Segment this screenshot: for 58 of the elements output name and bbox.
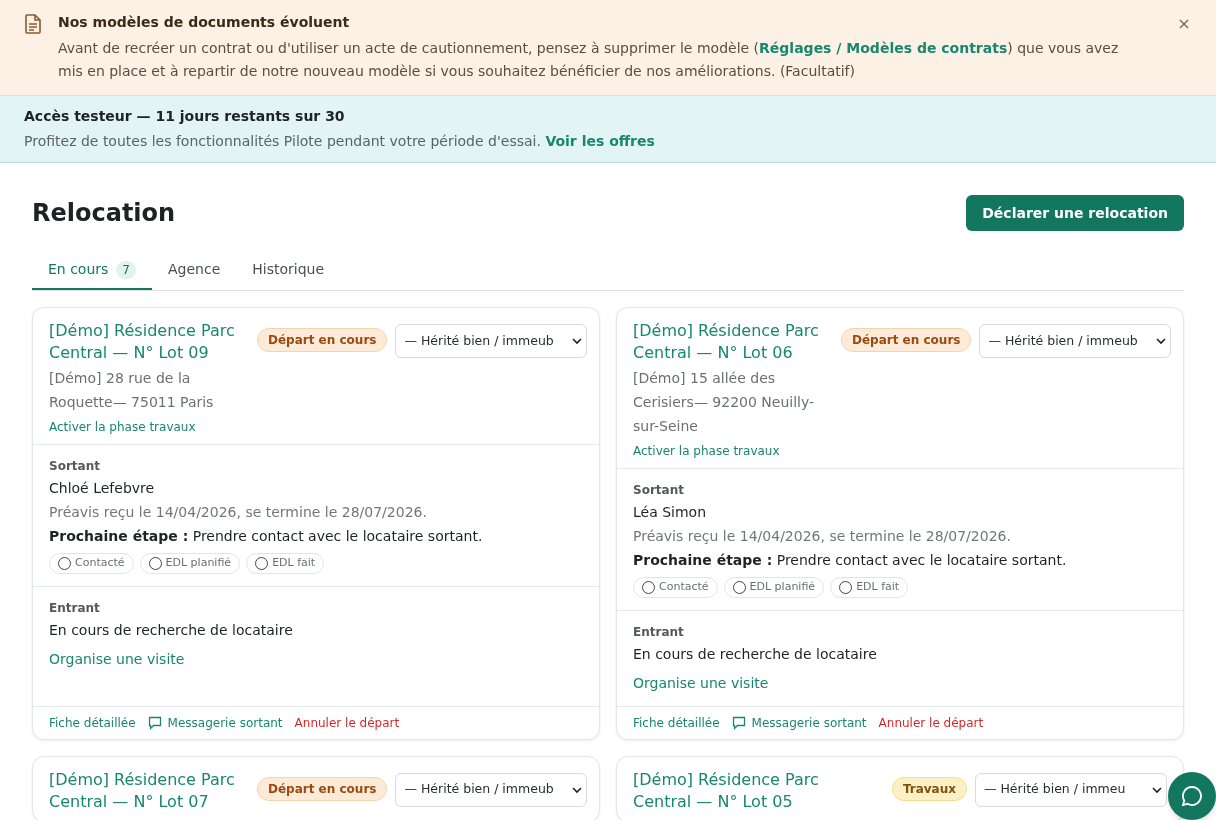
messages-link[interactable]: Messagerie sortant bbox=[147, 713, 283, 732]
activate-works-link[interactable]: Activer la phase travaux bbox=[49, 418, 245, 436]
section-label: Entrant bbox=[633, 623, 685, 641]
notice-title: Nos modèles de documents évoluent bbox=[58, 13, 351, 32]
page-title: Relocation bbox=[32, 198, 176, 229]
offers-link[interactable]: Voir les offres bbox=[545, 133, 655, 149]
trial-title: Accès testeur — 11 jours restants sur 30 bbox=[24, 107, 346, 126]
inheritance-select[interactable]: — Hérité bien / immeub bbox=[395, 772, 588, 807]
details-link[interactable]: Fiche détaillée bbox=[633, 713, 720, 732]
incoming-status: En cours de recherche de locataire bbox=[633, 644, 878, 664]
settings-link[interactable]: Réglages / Modèles de contrats bbox=[759, 40, 1008, 56]
status-badge: Travaux bbox=[891, 776, 967, 801]
chevron-down-icon bbox=[1152, 785, 1162, 794]
chevron-down-icon bbox=[572, 337, 583, 345]
notice-text: Préavis reçu le 14/04/2026, se termine le 28/07/2026. bbox=[49, 503, 428, 522]
property-title-link[interactable]: [Démo] Résidence Parc Central — N° Lot 09 bbox=[49, 320, 245, 364]
section-label: Entrant bbox=[49, 599, 101, 617]
incoming-status: En cours de recherche de locataire bbox=[49, 620, 294, 640]
chat-icon bbox=[147, 715, 162, 730]
section-label: Sortant bbox=[49, 458, 101, 475]
property-address: [Démo] 15 allée des Cerisiers— 92200 Neuilly-sur-Seine bbox=[633, 369, 816, 436]
document-icon bbox=[24, 14, 42, 34]
inheritance-select[interactable]: — Hérité bien / immeub bbox=[979, 324, 1172, 358]
tab[interactable]: Historique bbox=[236, 255, 341, 290]
tenant-name: Chloé Lefebvre bbox=[49, 479, 156, 498]
notice-text: Préavis reçu le 14/04/2026, se termine le 28/07/2026. bbox=[633, 527, 1012, 546]
section-label: Sortant bbox=[633, 482, 685, 499]
chat-bubble-icon bbox=[1181, 785, 1203, 807]
property-title-link[interactable]: [Démo] Résidence Parc Central — N° Lot 07 bbox=[49, 768, 245, 813]
organise-visit-link[interactable]: Organise une visite bbox=[49, 648, 583, 670]
tenant-name: Léa Simon bbox=[633, 503, 708, 522]
details-link[interactable]: Fiche détaillée bbox=[49, 713, 136, 732]
status-badge: Départ en cours bbox=[841, 328, 972, 352]
trial-text: Profitez de toutes les fonctionnalités Pilote pendant votre période d'essai. Voir les offres bbox=[24, 132, 656, 151]
close-icon bbox=[1179, 19, 1189, 29]
chat-icon bbox=[731, 715, 746, 730]
notice-text: Avant de recréer un contrat ou d'utiliser un acte de cautionnement, pensez à supprimer le modèle (Réglages / Modèles de contrats) que vous avez mis en place et à repartir de notre nouveau modèle si vous souhaitez bénéficier de nos améliorations. (Facultatif) bbox=[58, 39, 1120, 81]
cancel-departure-link[interactable]: Annuler le départ bbox=[878, 713, 984, 732]
property-title-link[interactable]: [Démo] Résidence Parc Central — N° Lot 05 bbox=[633, 768, 829, 813]
inheritance-select[interactable]: — Hérité bien / immeu bbox=[975, 772, 1167, 807]
declare-relocation-button[interactable]: Déclarer une relocation bbox=[966, 195, 1184, 231]
property-title-link[interactable]: [Démo] Résidence Parc Central — N° Lot 06 bbox=[633, 320, 829, 364]
tab[interactable]: Agence bbox=[152, 255, 237, 290]
chevron-down-icon bbox=[572, 785, 583, 794]
cancel-departure-link[interactable]: Annuler le départ bbox=[294, 713, 400, 732]
property-address: [Démo] 28 rue de la Roquette— 75011 Paris bbox=[49, 369, 215, 412]
count-badge: 7 bbox=[116, 260, 136, 279]
status-badge: Départ en cours bbox=[257, 776, 388, 801]
chat-button[interactable] bbox=[1168, 772, 1216, 820]
tab[interactable]: En cours 7 bbox=[32, 255, 152, 290]
status-badge: Départ en cours bbox=[257, 328, 388, 352]
organise-visit-link[interactable]: Organise une visite bbox=[633, 672, 1167, 694]
inheritance-select[interactable]: — Hérité bien / immeub bbox=[395, 324, 588, 358]
next-step-text: Prochaine étape : Prendre contact avec le locataire sortant. bbox=[49, 527, 484, 546]
next-step-text: Prochaine étape : Prendre contact avec le locataire sortant. bbox=[633, 551, 1068, 570]
activate-works-link[interactable]: Activer la phase travaux bbox=[633, 442, 829, 460]
messages-link[interactable]: Messagerie sortant bbox=[731, 713, 867, 732]
chevron-down-icon bbox=[1156, 337, 1167, 345]
